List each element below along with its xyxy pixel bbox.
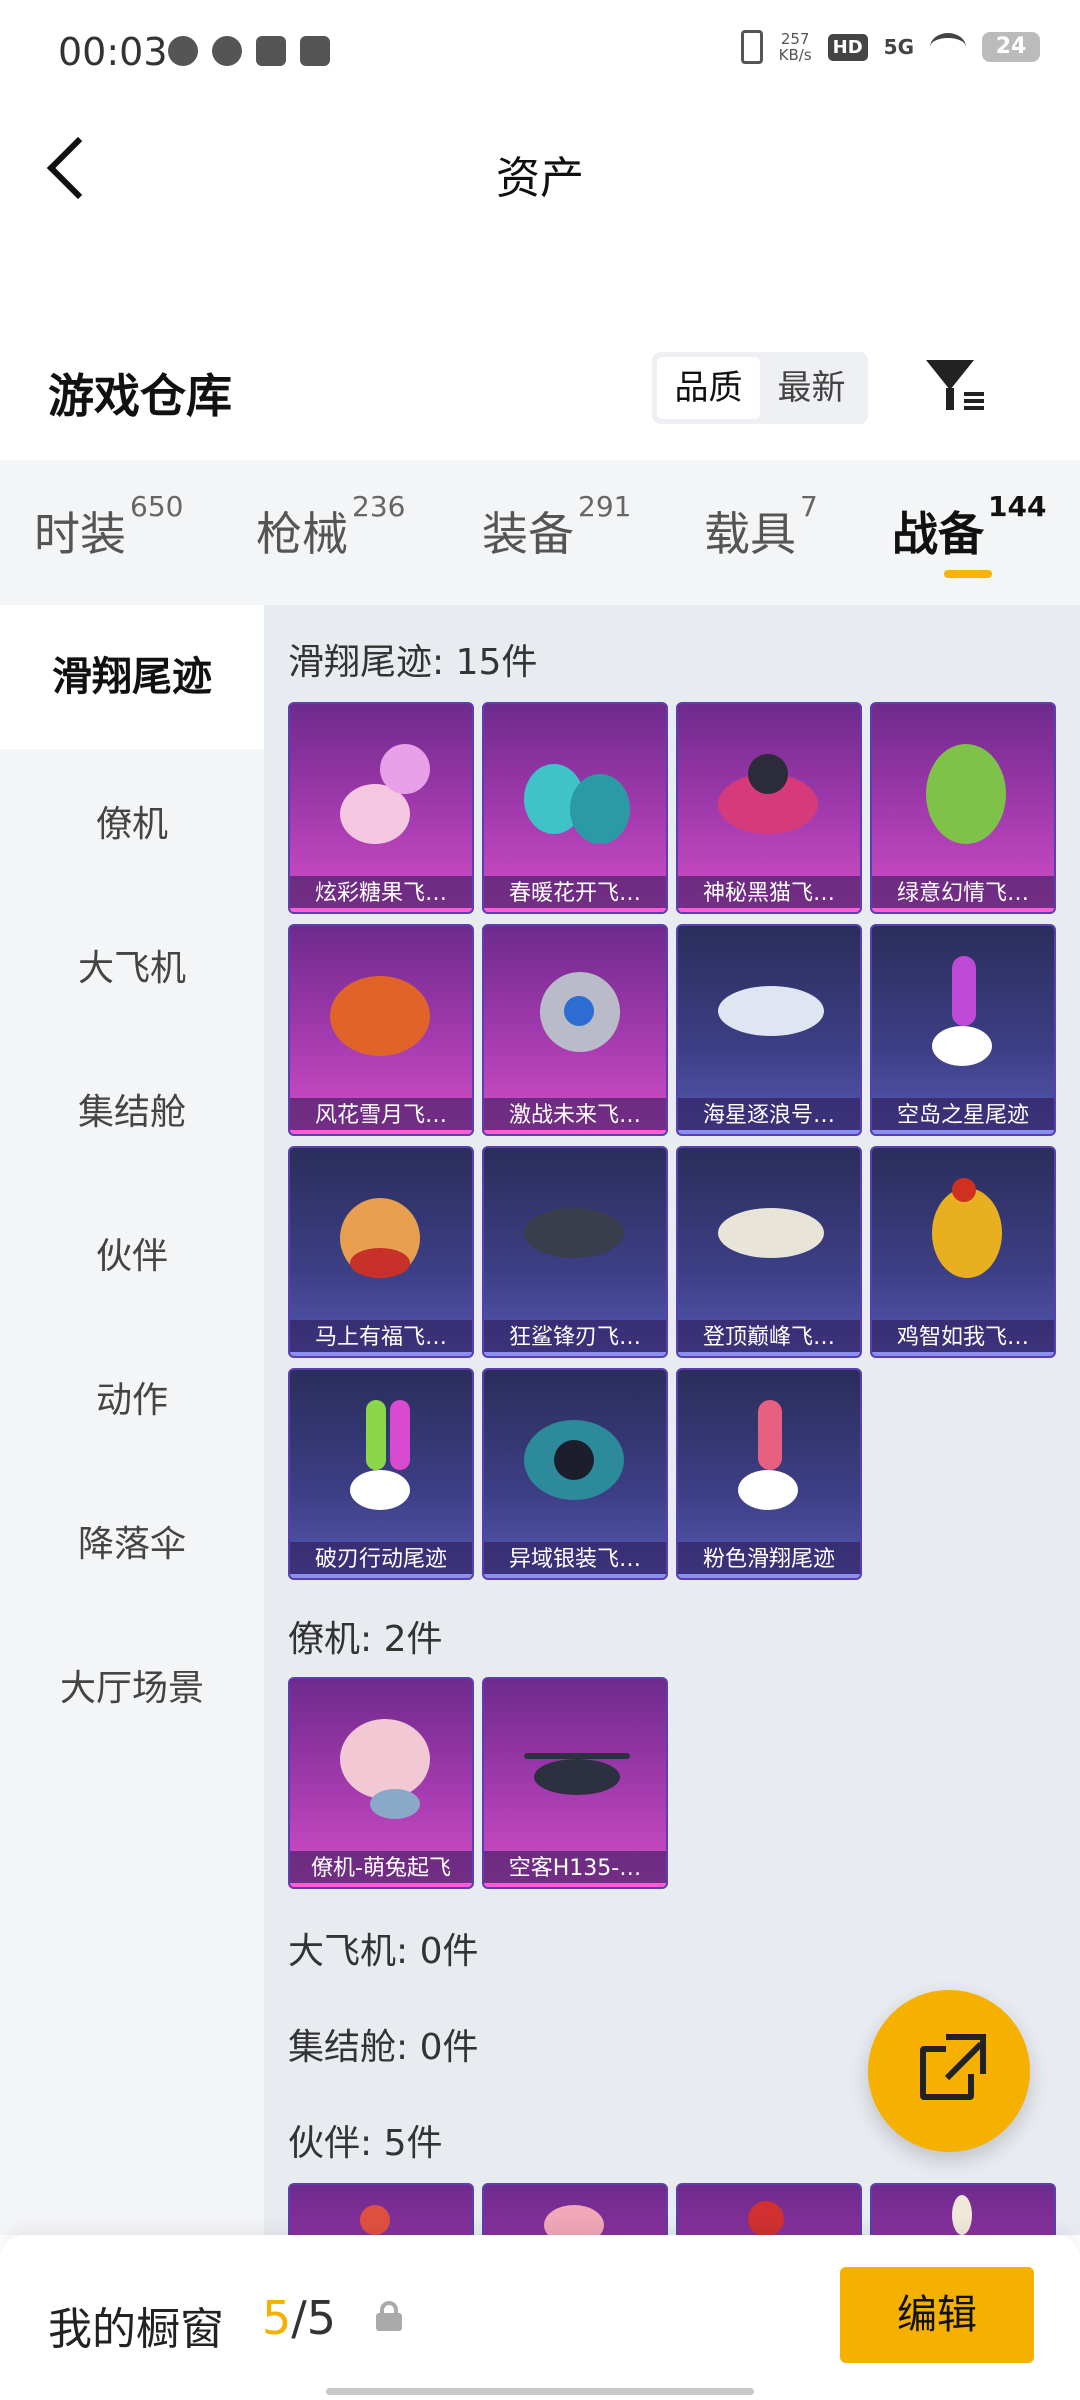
side-item-partner[interactable]: 伙伴 [0, 1227, 264, 1279]
category-tabs: 时装650 枪械236 装备291 载具7 战备144 [0, 460, 1080, 605]
hd-icon: HD [827, 33, 868, 61]
sort-toggle: 品质 最新 [652, 352, 868, 424]
wechat-icon [168, 36, 198, 66]
chicken-glider-image [912, 1178, 1018, 1298]
lock-icon [376, 2301, 402, 2331]
message-icon [256, 36, 286, 66]
item-card[interactable]: 激战未来飞… [482, 924, 668, 1136]
showcase-count: 5/5 [262, 2291, 337, 2345]
vibrate-icon [740, 30, 763, 64]
page-title: 资产 [496, 153, 584, 204]
candy-glider-image [330, 734, 436, 854]
tab-battle-gear[interactable]: 战备144 [892, 490, 1046, 578]
section-title-wingman: 僚机: 2件 [288, 1619, 443, 1660]
side-item-rally-pod[interactable]: 集结舱 [0, 1083, 264, 1135]
wifi-icon [930, 33, 966, 61]
section-title-glide: 滑翔尾迹: 15件 [288, 642, 538, 683]
side-item-action[interactable]: 动作 [0, 1371, 264, 1423]
battery-icon: 24 [982, 32, 1040, 62]
phoenix-glider-image [330, 956, 436, 1076]
summit-glider-image [718, 1178, 824, 1298]
sort-newest-button[interactable]: 最新 [760, 357, 863, 419]
item-card[interactable]: 马上有福飞… [288, 1146, 474, 1358]
cactus-glider-image [912, 734, 1018, 854]
section-title-partner: 伙伴: 5件 [288, 2123, 443, 2164]
filter-icon[interactable] [920, 354, 990, 424]
item-card[interactable]: 春暖花开飞… [482, 702, 668, 914]
item-card[interactable] [288, 2183, 474, 2235]
item-card[interactable]: 破刃行动尾迹 [288, 1368, 474, 1580]
item-card[interactable]: 神秘黑猫飞… [676, 702, 862, 914]
sort-quality-button[interactable]: 品质 [657, 357, 760, 419]
tab-guns[interactable]: 枪械236 [256, 490, 405, 578]
system-indicators: 257 KB/s HD 5G 24 [740, 30, 1040, 64]
side-nav: 滑翔尾迹 僚机 大飞机 集结舱 伙伴 动作 降落伞 大厅场景 [0, 605, 264, 2235]
side-item-big-plane[interactable]: 大飞机 [0, 939, 264, 991]
top-header: 资产 [0, 100, 1080, 240]
butterfly-glider-image [524, 734, 630, 854]
tab-fashion[interactable]: 时装650 [34, 490, 183, 578]
showcase-title: 我的橱窗 [48, 2304, 224, 2355]
blade-trail-image [330, 1400, 436, 1520]
home-indicator[interactable] [326, 2388, 754, 2395]
network-speed: 257 KB/s [778, 30, 812, 64]
future-glider-image [524, 956, 630, 1076]
silver-glider-image [524, 1400, 630, 1520]
item-card[interactable]: 粉色滑翔尾迹 [676, 1368, 862, 1580]
edit-button[interactable]: 编辑 [840, 2267, 1034, 2363]
active-tab-indicator [944, 570, 992, 578]
item-card[interactable]: 空客H135-… [482, 1677, 668, 1889]
side-item-wingman[interactable]: 僚机 [0, 795, 264, 847]
item-card[interactable]: 海星逐浪号… [676, 924, 862, 1136]
section-title-big-plane: 大飞机: 0件 [288, 1931, 479, 1972]
section-title-rally-pod: 集结舱: 0件 [288, 2027, 479, 2068]
item-card[interactable]: 空岛之星尾迹 [870, 924, 1056, 1136]
black-cat-glider-image [718, 734, 824, 854]
side-item-lobby-scene[interactable]: 大厅场景 [0, 1659, 264, 1711]
item-card[interactable] [870, 2183, 1056, 2235]
item-card[interactable]: 鸡智如我飞… [870, 1146, 1056, 1358]
warehouse-title: 游戏仓库 [48, 369, 232, 423]
item-card[interactable]: 炫彩糖果飞… [288, 702, 474, 914]
tab-vehicles[interactable]: 载具7 [704, 490, 818, 578]
app-screen: 00:03 257 KB/s HD 5G 24 资产 游戏仓库 品质 最新 时装… [0, 0, 1080, 2400]
shield-icon [300, 36, 330, 66]
shark-glider-image [524, 1178, 630, 1298]
side-item-glide-trail[interactable]: 滑翔尾迹 [0, 605, 264, 749]
share-edit-fab[interactable] [868, 1990, 1030, 2152]
item-card[interactable]: 风花雪月飞… [288, 924, 474, 1136]
signal-5g-icon: 5G [883, 35, 914, 59]
side-item-parachute[interactable]: 降落伞 [0, 1515, 264, 1567]
sky-island-trail-image [912, 956, 1018, 1076]
helicopter-image [524, 1709, 630, 1829]
showcase-bar: 我的橱窗 5/5 编辑 [0, 2235, 1080, 2400]
item-card[interactable] [676, 2183, 862, 2235]
item-card[interactable]: 绿意幻情飞… [870, 702, 1056, 914]
notification-icons [168, 36, 330, 66]
status-time: 00:03 [58, 30, 168, 74]
item-card[interactable]: 登顶巅峰飞… [676, 1146, 862, 1358]
app-notification-icon [212, 36, 242, 66]
starfish-boat-image [718, 956, 824, 1076]
bunny-wingman-image [330, 1709, 436, 1829]
horse-glider-image [330, 1178, 436, 1298]
tab-equipment[interactable]: 装备291 [482, 490, 631, 578]
status-bar: 00:03 257 KB/s HD 5G 24 [0, 0, 1080, 100]
item-card[interactable]: 狂鲨锋刃飞… [482, 1146, 668, 1358]
item-card[interactable] [482, 2183, 668, 2235]
item-card[interactable]: 异域银装飞… [482, 1368, 668, 1580]
item-card[interactable]: 僚机-萌兔起飞 [288, 1677, 474, 1889]
pink-trail-image [718, 1400, 824, 1520]
